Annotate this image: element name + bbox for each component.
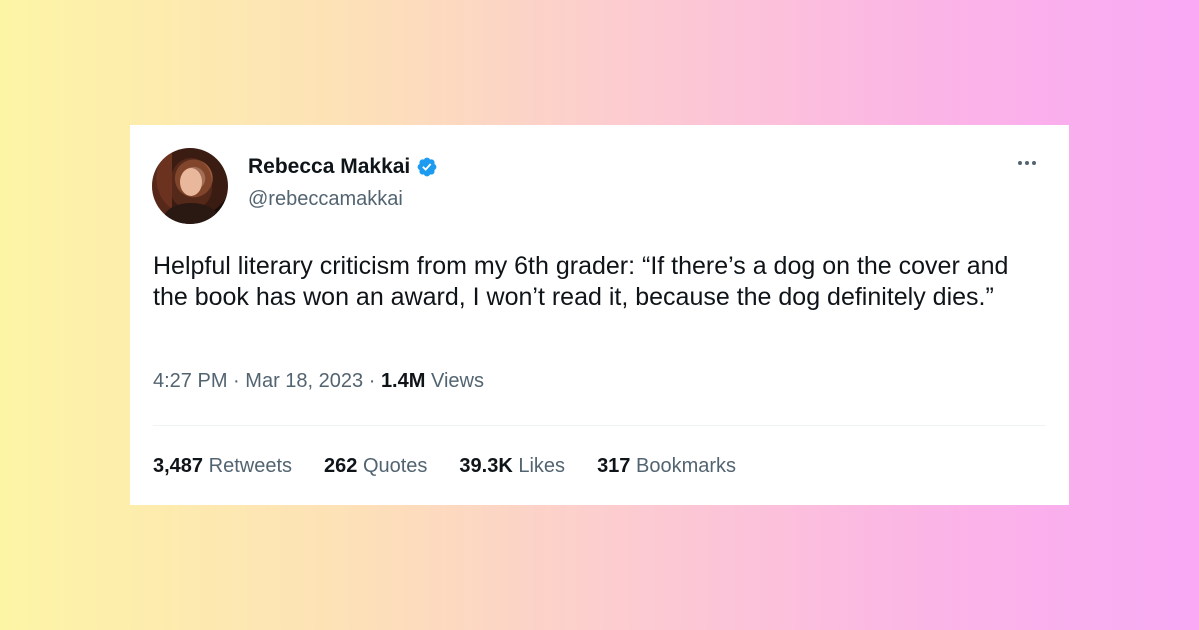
engagement-stats: 3,487 Retweets 262 Quotes 39.3K Likes 31…: [153, 455, 768, 478]
more-dot: [1032, 161, 1036, 165]
stat-count: 317: [597, 455, 631, 477]
views-label: Views: [430, 370, 484, 392]
stat-count: 39.3K: [459, 455, 513, 477]
tweet-text: Helpful literary criticism from my 6th g…: [153, 252, 1009, 311]
meta-separator: ·: [233, 370, 240, 392]
stat-retweets[interactable]: 3,487 Retweets: [153, 455, 292, 478]
stat-quotes[interactable]: 262 Quotes: [324, 455, 427, 478]
stat-label: Quotes: [362, 455, 428, 477]
stat-count: 3,487: [153, 455, 204, 477]
stat-bookmarks[interactable]: 317 Bookmarks: [597, 455, 736, 478]
author-handle[interactable]: @rebeccamakkai: [248, 188, 403, 211]
avatar-shirt: [164, 203, 218, 224]
more-dot: [1018, 161, 1022, 165]
tweet-date[interactable]: Mar 18, 2023: [245, 370, 363, 392]
views-count: 1.4M: [380, 370, 426, 392]
tweet-time[interactable]: 4:27 PM: [153, 370, 227, 392]
author-name-row: Rebecca Makkai: [248, 155, 438, 179]
tweet-meta: 4:27 PM · Mar 18, 2023 · 1.4M Views: [153, 370, 484, 393]
more-dot: [1025, 161, 1029, 165]
author-display-name[interactable]: Rebecca Makkai: [248, 155, 410, 179]
tweet-card: Rebecca Makkai @rebeccamakkai Helpful li…: [130, 125, 1069, 505]
stat-label: Likes: [518, 455, 566, 477]
divider: [153, 425, 1046, 426]
stat-likes[interactable]: 39.3K Likes: [459, 455, 565, 478]
verified-badge-icon: [417, 157, 437, 177]
avatar[interactable]: [152, 148, 228, 224]
stat-count: 262: [324, 455, 358, 477]
stat-label: Retweets: [208, 455, 292, 477]
more-horizontal-icon[interactable]: [1011, 151, 1043, 175]
meta-separator: ·: [368, 370, 376, 392]
stat-label: Bookmarks: [636, 455, 737, 477]
avatar-face: [180, 168, 202, 196]
